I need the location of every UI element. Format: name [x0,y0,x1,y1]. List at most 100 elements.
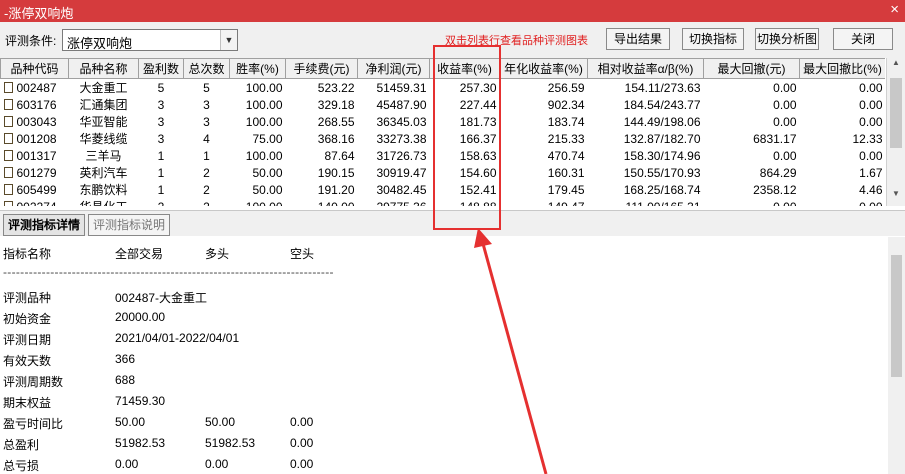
table-cell: 0.00 [800,79,886,97]
col-header[interactable]: 总次数 [183,58,230,79]
table-cell: 150.55/170.93 [588,164,704,181]
table-cell: 183.74 [500,113,588,130]
table-cell: 2 [184,164,230,181]
cell-text: 51459.31 [376,80,427,95]
cell-text: 东鹏饮料 [79,183,128,197]
detail-scrollbar[interactable] [888,237,905,474]
cell-text: 166.37 [459,131,497,146]
chevron-down-icon[interactable]: ▼ [220,30,237,50]
cell-text: 1 [157,182,165,197]
table-cell: 215.33 [500,130,588,147]
detail-name: 评测品种 [3,291,52,305]
table-cell: 1 [139,164,184,181]
table-cell: 184.54/243.77 [588,96,704,113]
col-header[interactable]: 最大回撤(元) [703,58,800,79]
table-row[interactable]: 002487 大金重工 5 5 100.00 523.22 51459.31 257.30 25… [1,79,886,97]
scroll-thumb[interactable] [891,255,902,377]
cell-text: 华亚智能 [79,115,128,129]
detail-v3: 0.00 [290,436,314,450]
col-header[interactable]: 胜率(%) [229,58,286,79]
table-cell: 227.44 [430,96,500,113]
switch-indicator-button[interactable]: 切换指标 [682,28,744,50]
table-cell: 3 [139,130,184,147]
table-row[interactable]: 603176 汇通集团 3 3 100.00 329.18 45487.90 227.44 90… [1,96,886,113]
table-cell: 4 [184,130,230,147]
col-header[interactable]: 盈利数 [138,58,184,79]
detail-name: 总盈利 [3,438,40,452]
cell-text: 001208 [16,131,57,146]
condition-select[interactable]: 涨停双响炮 ▼ [62,29,238,51]
table-header-row: 品种代码 品种名称 盈利数 总次数 胜率(%) 手续费(元) 净利润(元) 收益… [0,58,885,79]
table-cell: 45487.90 [358,96,430,113]
table-cell: 152.41 [430,181,500,198]
cell-text: 0.00 [773,97,797,112]
col-header[interactable]: 品种名称 [68,58,139,79]
cell-text: 英利汽车 [79,166,128,180]
table-row[interactable]: 605499 东鹏饮料 1 2 50.00 191.20 30482.45 152.41 179… [1,181,886,198]
hint-text: 双击列表行查看品种评测图表 [445,35,588,47]
table-cell: 5 [139,79,184,97]
table-cell: 902.34 [500,96,588,113]
table-cell: 100.00 [230,147,286,164]
document-icon [3,149,13,161]
table-cell: 三羊马 [69,147,139,164]
col-header[interactable]: 品种代码 [0,58,69,79]
cell-text: 0.00 [859,80,883,95]
cell-text: 256.59 [547,80,585,95]
col-header[interactable]: 收益率(%) [429,58,500,79]
table-cell: 603176 [1,96,69,113]
table-row[interactable]: 001208 华菱线缆 3 4 75.00 368.16 33273.38 166.37 215… [1,130,886,147]
cell-text: 3 [157,131,165,146]
title-bar: -涨停双响炮 × [0,0,905,22]
scroll-thumb[interactable] [890,78,902,148]
table-scrollbar[interactable]: ▲ ▼ [886,58,905,206]
cell-text: 4 [203,131,210,146]
table-cell: 132.87/182.70 [588,130,704,147]
cell-text: 5 [157,80,165,95]
table-row[interactable]: 001317 三羊马 1 1 100.00 87.64 31726.73 158.63 470.… [1,147,886,164]
table-cell: 12.33 [800,130,886,147]
document-icon [3,132,13,144]
cell-text: 50.00 [252,182,283,197]
close-icon[interactable]: × [890,1,899,18]
cell-text: 华菱线缆 [79,132,128,146]
table-row[interactable]: 002274 华昌化工 2 2 100.00 140.00 29775.36 148.88 14… [1,198,886,206]
table-cell: 汇通集团 [69,96,139,113]
detail-v2: 0.00 [205,457,229,471]
col-header[interactable]: 年化收益率(%) [499,58,588,79]
tab-metric-description[interactable]: 评测指标说明 [88,214,170,236]
table-cell: 51459.31 [358,79,430,97]
cell-text: 160.31 [547,165,585,180]
detail-header-short: 空头 [290,247,315,261]
close-button[interactable]: 关闭 [833,28,893,50]
col-header[interactable]: 手续费(元) [285,58,358,79]
table-cell: 158.63 [430,147,500,164]
cell-text: 002487 [16,80,57,95]
col-header[interactable]: 净利润(元) [357,58,430,79]
tab-metric-details[interactable]: 评测指标详情 [3,214,85,236]
table-cell: 36345.03 [358,113,430,130]
col-header[interactable]: 相对收益率α/β(%) [587,58,704,79]
table-cell: 0.00 [800,113,886,130]
cell-text: 257.30 [459,80,497,95]
export-button[interactable]: 导出结果 [606,28,670,50]
cell-text: 100.00 [246,200,283,207]
table-cell: 30919.47 [358,164,430,181]
table-cell: 002274 [1,198,69,206]
col-header[interactable]: 最大回撤比(%) [799,58,885,79]
table-row[interactable]: 003043 华亚智能 3 3 100.00 268.55 36345.03 181.73 18… [1,113,886,130]
cell-text: 902.34 [547,97,585,112]
scroll-up-icon[interactable]: ▲ [887,58,905,75]
detail-v1: 71459.30 [115,394,166,408]
table-cell: 5 [184,79,230,97]
table-cell: 168.25/168.74 [588,181,704,198]
switch-chart-button[interactable]: 切换分析图 [755,28,819,50]
table-row[interactable]: 601279 英利汽车 1 2 50.00 190.15 30919.47 154.60 160… [1,164,886,181]
table-cell: 148.88 [430,198,500,207]
table-cell: 东鹏饮料 [69,181,139,198]
table-cell: 257.30 [430,79,500,97]
cell-text: 605499 [16,182,57,197]
cell-text: 470.74 [547,148,585,163]
scroll-down-icon[interactable]: ▼ [887,189,905,206]
document-icon [3,166,13,178]
